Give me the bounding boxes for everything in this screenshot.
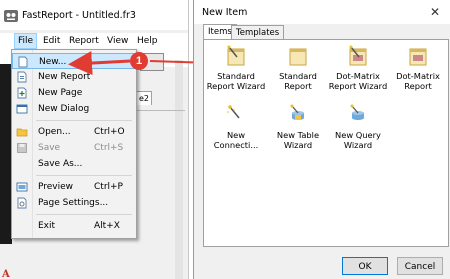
dot-matrix-report-icon — [409, 48, 427, 66]
ok-button[interactable]: OK — [342, 257, 388, 275]
dialog-title: New Item — [202, 7, 248, 18]
item-standard-report-wizard[interactable]: Standard Report Wizard — [206, 45, 266, 91]
cancel-button[interactable]: Cancel — [397, 257, 443, 275]
dot-matrix-wizard-icon — [349, 45, 367, 66]
item-standard-report[interactable]: Standard Report — [268, 45, 328, 91]
new-item-dialog: New Item ✕ Items Templates Standard Repo… — [193, 0, 450, 279]
item-new-connection-wizard[interactable]: New Connecti... — [206, 104, 266, 150]
item-new-query-wizard[interactable]: New Query Wizard — [328, 104, 388, 150]
connection-wizard-icon — [227, 105, 240, 119]
items-panel: Standard Report Wizard Standard Report D… — [203, 39, 449, 247]
dialog-title-bar: New Item ✕ — [194, 0, 450, 24]
query-wizard-icon — [350, 104, 364, 120]
item-new-table-wizard[interactable]: New Table Wizard — [268, 104, 328, 150]
close-icon[interactable]: ✕ — [428, 5, 442, 19]
item-dot-matrix-report-wizard[interactable]: Dot-Matrix Report Wizard — [328, 45, 388, 91]
table-wizard-icon — [290, 104, 304, 120]
report-icon — [289, 48, 307, 66]
annotation-arrow-to-new-item — [68, 51, 131, 76]
report-wizard-icon — [227, 45, 245, 66]
item-dot-matrix-report[interactable]: Dot-Matrix Report — [388, 45, 448, 91]
step-callout-badge: 1 — [130, 52, 148, 70]
tab-templates[interactable]: Templates — [231, 25, 285, 40]
